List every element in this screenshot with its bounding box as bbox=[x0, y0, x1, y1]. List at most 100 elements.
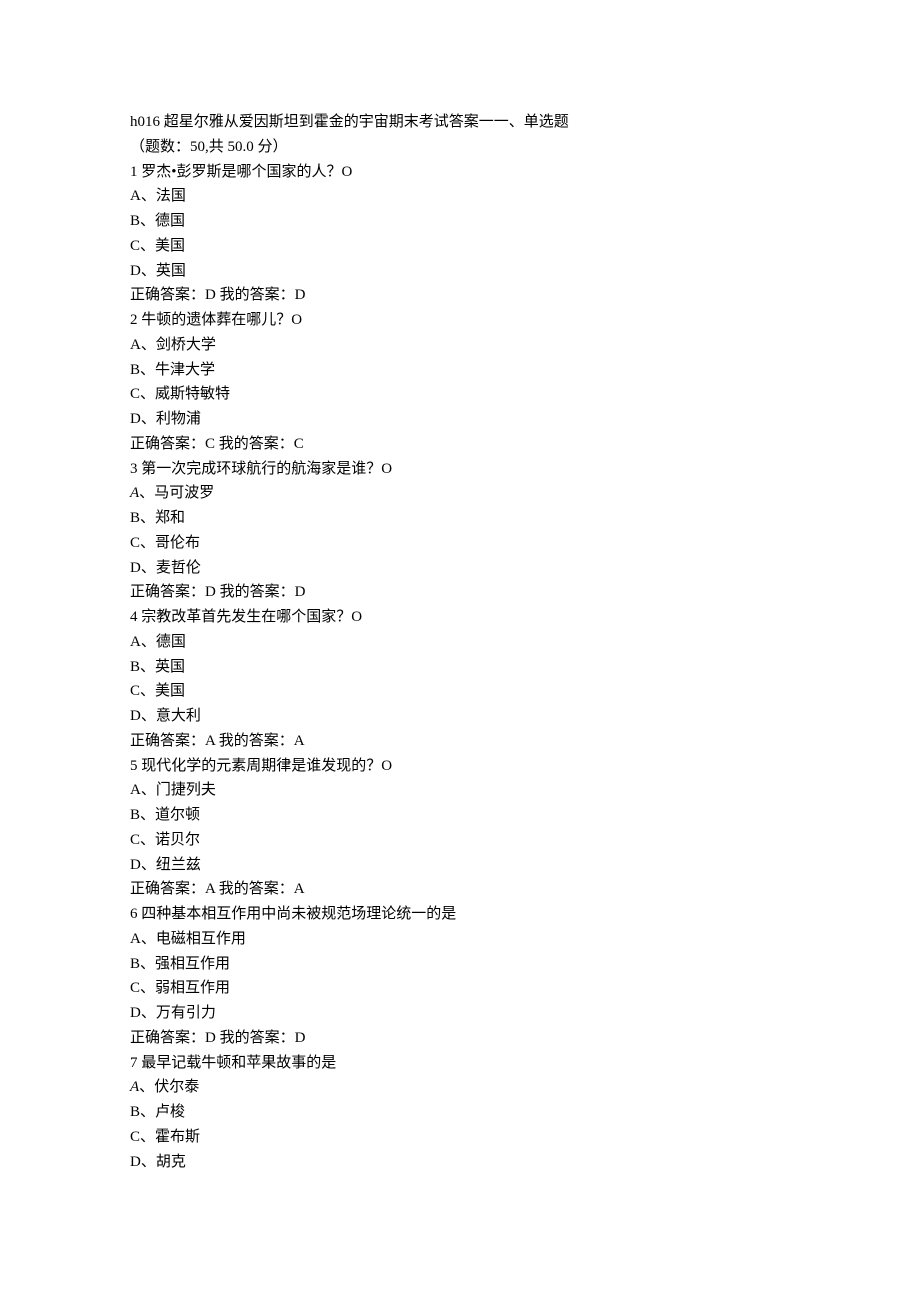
my-answer-label: 我的答案： bbox=[215, 436, 294, 452]
option-text: 电磁相互作用 bbox=[156, 931, 246, 947]
option-separator: 、 bbox=[141, 634, 156, 650]
option-row: C、美国 bbox=[130, 679, 790, 704]
option-row: D、胡克 bbox=[130, 1150, 790, 1175]
option-letter: A bbox=[130, 931, 141, 947]
option-text: 德国 bbox=[155, 213, 185, 229]
option-separator: 、 bbox=[140, 683, 155, 699]
my-answer-value: C bbox=[294, 436, 304, 452]
question-number: 2 bbox=[130, 312, 141, 328]
option-text: 威斯特敏特 bbox=[155, 386, 230, 402]
correct-answer-value: D bbox=[205, 287, 216, 303]
option-separator: 、 bbox=[141, 1154, 156, 1170]
question-count: （题数：50,共 50.0 分） bbox=[130, 135, 790, 160]
option-row: A、剑桥大学 bbox=[130, 333, 790, 358]
option-separator: 、 bbox=[141, 1005, 156, 1021]
option-row: D、万有引力 bbox=[130, 1001, 790, 1026]
correct-answer-label: 正确答案： bbox=[130, 733, 205, 749]
option-letter: D bbox=[130, 1154, 141, 1170]
option-row: C、哥伦布 bbox=[130, 531, 790, 556]
option-letter: C bbox=[130, 832, 140, 848]
option-row: B、道尔顿 bbox=[130, 803, 790, 828]
option-text: 法国 bbox=[156, 188, 186, 204]
correct-answer-value: D bbox=[205, 584, 216, 600]
option-separator: 、 bbox=[140, 238, 155, 254]
option-separator: 、 bbox=[140, 510, 155, 526]
question-number: 5 bbox=[130, 758, 141, 774]
answer-line: 正确答案：D 我的答案：D bbox=[130, 580, 790, 605]
option-letter: B bbox=[130, 807, 140, 823]
option-separator: 、 bbox=[140, 659, 155, 675]
answer-line: 正确答案：D 我的答案：D bbox=[130, 1026, 790, 1051]
question-text: 第一次完成环球航行的航海家是谁？O bbox=[141, 461, 392, 477]
option-separator: 、 bbox=[139, 1079, 154, 1095]
question-text: 牛顿的遗体葬在哪儿？O bbox=[141, 312, 302, 328]
option-text: 意大利 bbox=[156, 708, 201, 724]
question-text: 四种基本相互作用中尚未被规范场理论统一的是 bbox=[141, 906, 456, 922]
option-text: 诺贝尔 bbox=[155, 832, 200, 848]
option-text: 英国 bbox=[155, 659, 185, 675]
option-row: A、马可波罗 bbox=[130, 481, 790, 506]
option-row: D、纽兰兹 bbox=[130, 853, 790, 878]
option-separator: 、 bbox=[140, 807, 155, 823]
option-text: 霍布斯 bbox=[155, 1129, 200, 1145]
option-letter: B bbox=[130, 659, 140, 675]
option-text: 郑和 bbox=[155, 510, 185, 526]
option-text: 利物浦 bbox=[156, 411, 201, 427]
option-text: 伏尔泰 bbox=[154, 1079, 199, 1095]
question-text: 宗教改革首先发生在哪个国家？O bbox=[141, 609, 362, 625]
option-separator: 、 bbox=[141, 931, 156, 947]
option-text: 道尔顿 bbox=[155, 807, 200, 823]
option-separator: 、 bbox=[140, 386, 155, 402]
option-separator: 、 bbox=[140, 980, 155, 996]
correct-answer-value: C bbox=[205, 436, 215, 452]
page-title: h016 超星尔雅从爱因斯坦到霍金的宇宙期末考试答案一一、单选题 bbox=[130, 110, 790, 135]
question-stem: 4 宗教改革首先发生在哪个国家？O bbox=[130, 605, 790, 630]
option-letter: A bbox=[130, 782, 141, 798]
option-letter: C bbox=[130, 386, 140, 402]
option-row: B、强相互作用 bbox=[130, 952, 790, 977]
option-separator: 、 bbox=[141, 708, 156, 724]
question-stem: 5 现代化学的元素周期律是谁发现的？O bbox=[130, 754, 790, 779]
option-row: B、卢梭 bbox=[130, 1100, 790, 1125]
answer-line: 正确答案：D 我的答案：D bbox=[130, 283, 790, 308]
option-text: 门捷列夫 bbox=[156, 782, 216, 798]
option-letter: B bbox=[130, 213, 140, 229]
option-letter: A bbox=[130, 634, 141, 650]
option-text: 英国 bbox=[156, 263, 186, 279]
option-separator: 、 bbox=[141, 337, 156, 353]
option-separator: 、 bbox=[141, 857, 156, 873]
option-text: 剑桥大学 bbox=[156, 337, 216, 353]
option-row: C、美国 bbox=[130, 234, 790, 259]
option-row: B、英国 bbox=[130, 655, 790, 680]
option-text: 麦哲伦 bbox=[156, 560, 201, 576]
my-answer-label: 我的答案： bbox=[216, 584, 295, 600]
option-letter: A bbox=[130, 188, 141, 204]
option-separator: 、 bbox=[140, 956, 155, 972]
option-separator: 、 bbox=[140, 213, 155, 229]
option-row: A、法国 bbox=[130, 184, 790, 209]
option-separator: 、 bbox=[140, 1129, 155, 1145]
option-row: C、弱相互作用 bbox=[130, 976, 790, 1001]
option-separator: 、 bbox=[141, 188, 156, 204]
option-letter: B bbox=[130, 1104, 140, 1120]
option-letter: C bbox=[130, 535, 140, 551]
option-row: A、伏尔泰 bbox=[130, 1075, 790, 1100]
option-text: 胡克 bbox=[156, 1154, 186, 1170]
question-stem: 6 四种基本相互作用中尚未被规范场理论统一的是 bbox=[130, 902, 790, 927]
my-answer-value: A bbox=[294, 733, 305, 749]
option-letter: C bbox=[130, 1129, 140, 1145]
option-separator: 、 bbox=[141, 411, 156, 427]
correct-answer-value: D bbox=[205, 1030, 216, 1046]
option-separator: 、 bbox=[141, 263, 156, 279]
option-letter: A bbox=[130, 337, 141, 353]
my-answer-value: D bbox=[295, 1030, 306, 1046]
option-letter: C bbox=[130, 980, 140, 996]
question-text: 罗杰•彭罗斯是哪个国家的人？O bbox=[141, 164, 352, 180]
correct-answer-label: 正确答案： bbox=[130, 1030, 205, 1046]
option-text: 美国 bbox=[155, 238, 185, 254]
my-answer-value: A bbox=[294, 881, 305, 897]
option-text: 弱相互作用 bbox=[155, 980, 230, 996]
correct-answer-label: 正确答案： bbox=[130, 584, 205, 600]
option-letter: D bbox=[130, 857, 141, 873]
question-number: 3 bbox=[130, 461, 141, 477]
